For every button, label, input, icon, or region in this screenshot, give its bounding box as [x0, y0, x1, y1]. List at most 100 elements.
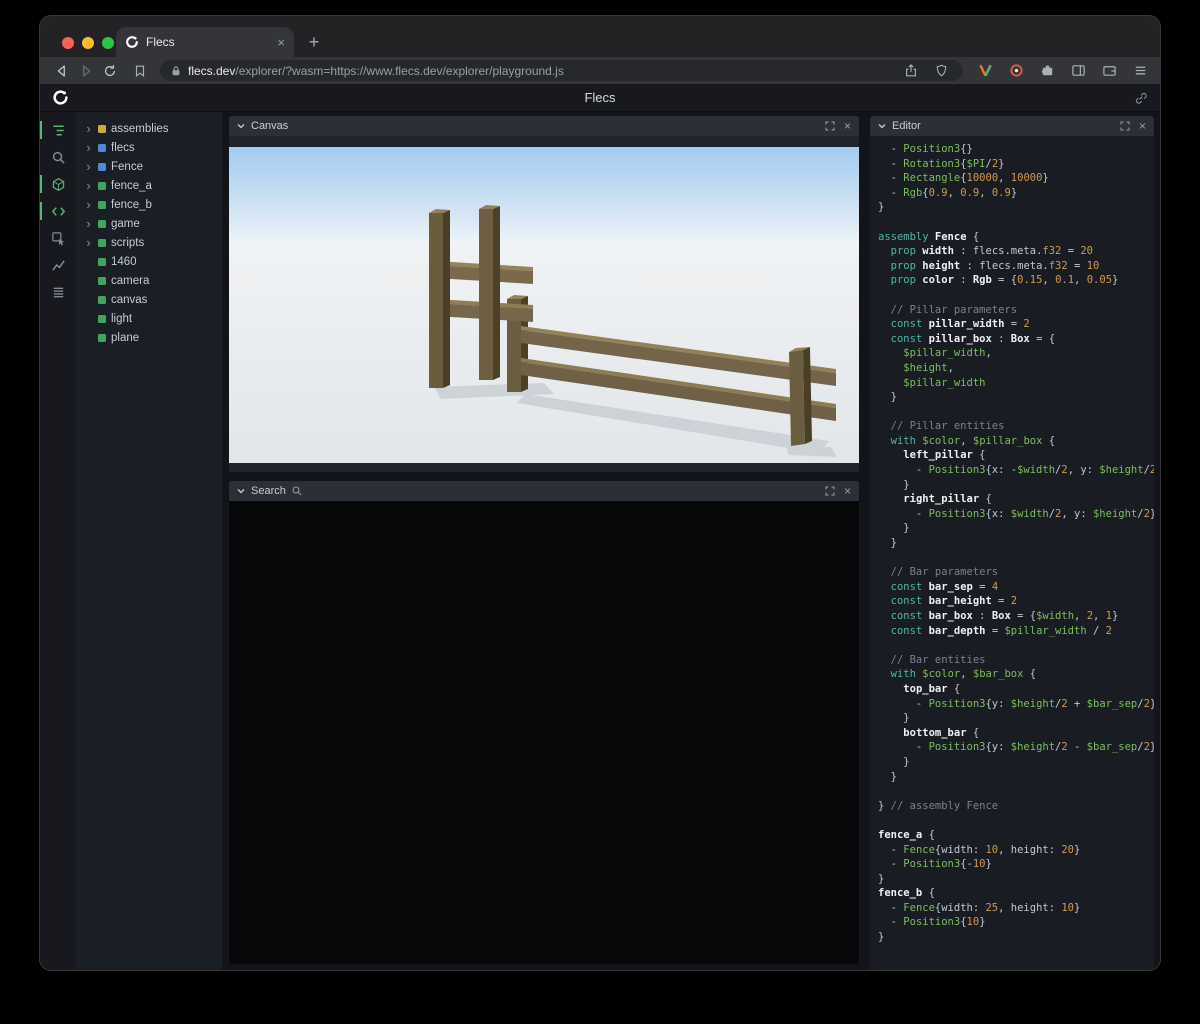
code-line: $height,: [903, 361, 954, 374]
v-extension-icon[interactable]: [975, 59, 995, 83]
share-icon[interactable]: [899, 59, 923, 83]
code-line: const bar_depth = $pillar_width / 2: [890, 624, 1112, 637]
code-line: }: [878, 712, 910, 725]
maximize-icon[interactable]: [825, 486, 835, 496]
ground: [229, 242, 859, 463]
address-bar[interactable]: flecs.dev/explorer/?wasm=https://www.fle…: [160, 60, 963, 81]
tab-strip: Flecs × +: [40, 16, 1160, 57]
code-line: fence_b {: [878, 887, 935, 900]
page-title: Flecs: [584, 90, 616, 105]
maximize-icon[interactable]: [825, 121, 835, 131]
code-line: }: [878, 872, 885, 885]
tree-item-fence_a[interactable]: › fence_a: [76, 176, 222, 195]
code-line: - Position3{y: $height/2 + $bar_sep/2}: [878, 697, 1154, 710]
code-line: const bar_sep = 4: [890, 580, 999, 593]
tree-item-camera[interactable]: camera: [76, 271, 222, 290]
minimize-window-button[interactable]: [82, 37, 94, 49]
expand-arrow-icon[interactable]: ›: [84, 122, 93, 135]
tree-item-label: 1460: [111, 255, 137, 268]
code-line: }: [878, 522, 910, 535]
new-tab-button[interactable]: +: [302, 30, 326, 54]
expand-arrow-icon[interactable]: ›: [84, 141, 93, 154]
collapse-chevron-icon[interactable]: [237, 123, 245, 129]
close-icon[interactable]: ×: [844, 120, 851, 132]
wallet-icon[interactable]: [1099, 59, 1119, 83]
entity-kind-swatch: [98, 295, 106, 304]
tab-close-icon[interactable]: ×: [277, 36, 285, 49]
brave-shield-icon[interactable]: [929, 59, 953, 83]
record-extension-icon[interactable]: [1006, 59, 1026, 83]
editor-panel-title: Editor: [892, 120, 921, 132]
collapse-chevron-icon[interactable]: [237, 488, 245, 494]
tree-item-Fence[interactable]: › Fence: [76, 157, 222, 176]
canvas-3d-scene[interactable]: [229, 147, 859, 463]
code-line: }: [878, 478, 910, 491]
search-panel: Search ×: [229, 481, 859, 964]
canvas-panel-title: Canvas: [251, 120, 289, 132]
code-line: const bar_height = 2: [890, 595, 1018, 608]
close-icon[interactable]: ×: [1139, 120, 1146, 132]
tree-item-1460[interactable]: 1460: [76, 252, 222, 271]
tab-title: Flecs: [146, 35, 175, 49]
search-icon[interactable]: [40, 146, 76, 168]
tree-item-scripts[interactable]: › scripts: [76, 233, 222, 252]
share-link-icon[interactable]: [1134, 91, 1148, 105]
code-line: - Position3{x: $width/2, y: $height/2}: [878, 507, 1154, 520]
code-icon[interactable]: [40, 200, 76, 222]
tree-item-label: camera: [111, 274, 150, 287]
sky: [229, 147, 859, 242]
tree-item-label: fence_b: [111, 198, 152, 211]
entity-kind-swatch: [98, 314, 106, 323]
tree-icon[interactable]: [40, 119, 76, 141]
tree-item-light[interactable]: light: [76, 309, 222, 328]
tree-item-label: canvas: [111, 293, 148, 306]
search-results-area[interactable]: [229, 501, 859, 964]
back-icon[interactable]: [50, 59, 74, 83]
inspect-icon[interactable]: [40, 227, 76, 249]
canvas-viewport[interactable]: [229, 136, 859, 472]
tree-item-assemblies[interactable]: › assemblies: [76, 119, 222, 138]
forward-icon[interactable]: [74, 59, 98, 83]
reload-icon[interactable]: [98, 59, 122, 83]
expand-arrow-icon[interactable]: ›: [84, 160, 93, 173]
maximize-icon[interactable]: [1120, 121, 1130, 131]
app-main: › assemblies › flecs › Fence › fence_a › fence_b ›…: [40, 112, 1160, 970]
collapse-chevron-icon[interactable]: [878, 123, 886, 129]
menu-icon[interactable]: [1130, 59, 1150, 83]
expand-arrow-icon[interactable]: ›: [84, 198, 93, 211]
code-line: const pillar_box : Box = {: [890, 332, 1056, 345]
code-line: - Position3{10}: [878, 916, 986, 929]
flecs-logo-icon[interactable]: [52, 89, 69, 106]
cube-icon[interactable]: [40, 173, 76, 195]
side-panel-icon[interactable]: [1068, 59, 1088, 83]
entity-kind-swatch: [98, 276, 106, 285]
code-line: top_bar {: [903, 682, 961, 695]
code-line: prop color : Rgb = {0.15, 0.1, 0.05}: [890, 274, 1119, 287]
tree-item-plane[interactable]: plane: [76, 328, 222, 347]
expand-arrow-icon[interactable]: ›: [84, 179, 93, 192]
expand-arrow-icon[interactable]: ›: [84, 236, 93, 249]
extensions-puzzle-icon[interactable]: [1037, 59, 1057, 83]
code-line: left_pillar {: [903, 449, 986, 462]
tree-item-canvas[interactable]: canvas: [76, 290, 222, 309]
tree-item-label: light: [111, 312, 133, 325]
code-content[interactable]: - Position3{} - Rotation3{$PI/2} - Recta…: [870, 136, 1154, 970]
tree-item-fence_b[interactable]: › fence_b: [76, 195, 222, 214]
entity-kind-swatch: [98, 200, 106, 209]
tree-item-game[interactable]: › game: [76, 214, 222, 233]
bookmark-icon[interactable]: [128, 59, 152, 83]
chart-icon[interactable]: [40, 254, 76, 276]
close-window-button[interactable]: [62, 37, 74, 49]
code-line: with $color, $bar_box {: [890, 668, 1037, 681]
zoom-window-button[interactable]: [102, 37, 114, 49]
tree-item-flecs[interactable]: › flecs: [76, 138, 222, 157]
toolbar-extensions: [971, 59, 1150, 83]
browser-tab[interactable]: Flecs ×: [116, 27, 294, 57]
entity-kind-swatch: [98, 257, 106, 266]
rows-icon[interactable]: [40, 281, 76, 303]
expand-arrow-icon[interactable]: ›: [84, 217, 93, 230]
close-icon[interactable]: ×: [844, 485, 851, 497]
